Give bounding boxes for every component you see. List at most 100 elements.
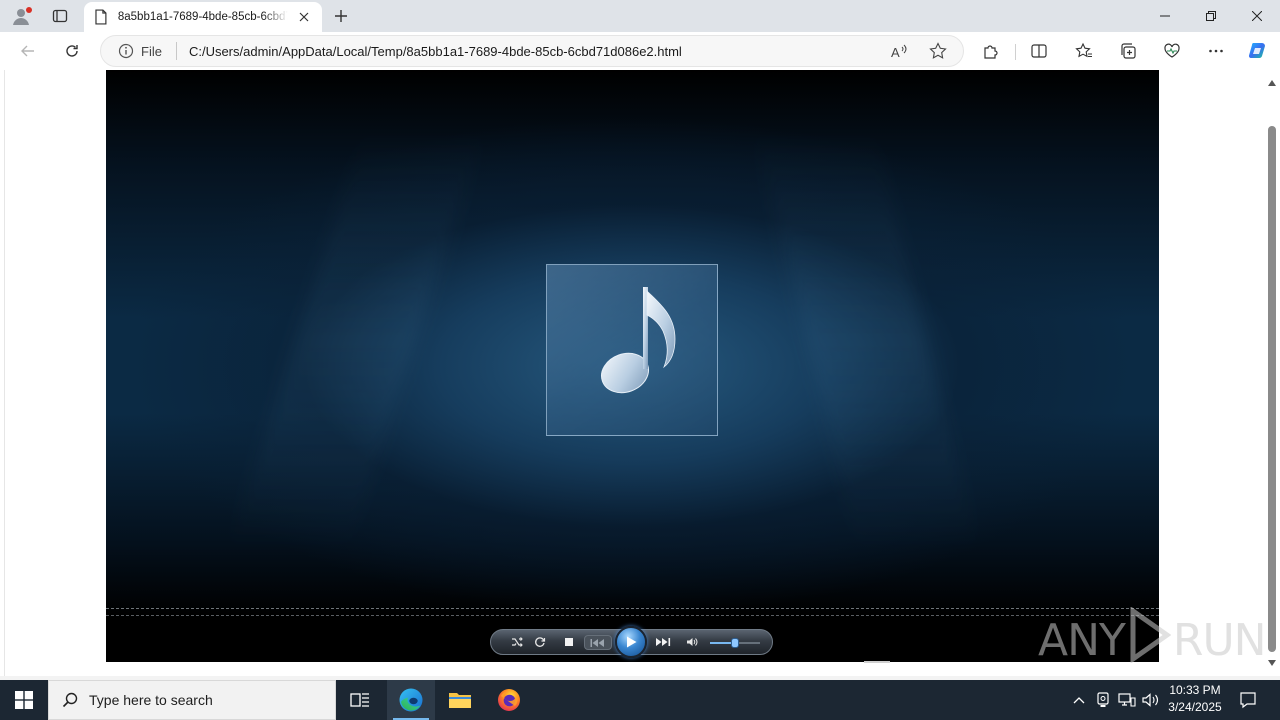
read-aloud-icon[interactable]: A xyxy=(889,42,909,62)
svg-text:A: A xyxy=(891,45,900,60)
clock-date: 3/24/2025 xyxy=(1168,700,1222,714)
edge-taskbar-button[interactable] xyxy=(387,680,435,720)
puzzle-icon xyxy=(984,45,998,59)
next-icon[interactable] xyxy=(653,633,675,651)
play-icon xyxy=(627,636,637,648)
task-view-button[interactable] xyxy=(336,680,384,720)
network-tray-button[interactable] xyxy=(1117,680,1137,720)
tab-title: 8a5bb1a1-7689-4bde-85cb-6cbd71d086e2.htm… xyxy=(117,11,288,23)
album-art xyxy=(546,264,718,436)
light-beam xyxy=(753,130,979,550)
show-hidden-icons-button[interactable] xyxy=(1070,680,1088,720)
extensions-button[interactable] xyxy=(977,37,1005,65)
content-edge xyxy=(4,70,5,676)
scheme-label: File xyxy=(141,43,162,59)
taskbar: Type here to search 10:33 PM 3/24/2025 xyxy=(0,680,1280,720)
active-tab[interactable]: 8a5bb1a1-7689-4bde-85cb-6cbd71d086e2.htm… xyxy=(84,2,322,32)
repeat-icon[interactable] xyxy=(531,633,549,651)
search-placeholder: Type here to search xyxy=(89,692,213,708)
previous-button[interactable] xyxy=(584,635,612,650)
close-tab-icon[interactable] xyxy=(296,9,312,25)
watermark-left-text: ANY xyxy=(1038,614,1126,666)
close-icon xyxy=(1252,11,1262,21)
play-button[interactable] xyxy=(615,626,647,658)
task-view-icon xyxy=(350,693,369,707)
file-icon xyxy=(95,9,107,25)
toolbar-divider xyxy=(1015,44,1016,60)
volume-icon[interactable] xyxy=(683,633,701,651)
new-tab-button[interactable] xyxy=(330,5,352,27)
url-text[interactable]: C:/Users/admin/AppData/Local/Temp/8a5bb1… xyxy=(189,44,682,59)
volume-slider[interactable] xyxy=(710,638,760,648)
restore-icon xyxy=(1206,11,1216,21)
device-tray-button[interactable] xyxy=(1094,680,1112,720)
refresh-button[interactable] xyxy=(58,37,86,65)
watermark-play-icon xyxy=(1127,605,1172,674)
address-separator xyxy=(175,42,177,60)
firefox-icon xyxy=(498,689,520,711)
taskbar-clock[interactable]: 10:33 PM 3/24/2025 xyxy=(1160,682,1230,718)
favorites-icon xyxy=(1075,42,1092,58)
tab-actions-icon xyxy=(52,9,68,23)
seek-bar[interactable] xyxy=(106,608,1159,616)
notifications-button[interactable] xyxy=(1236,680,1260,720)
tab-strip: 8a5bb1a1-7689-4bde-85cb-6cbd71d086e2.htm… xyxy=(0,0,1280,32)
speaker-icon xyxy=(1142,693,1159,707)
settings-more-button[interactable] xyxy=(1202,37,1230,65)
edge-icon xyxy=(399,688,423,712)
notification-icon xyxy=(1240,692,1256,709)
volume-thumb[interactable] xyxy=(731,638,739,648)
site-info-icon[interactable] xyxy=(117,42,135,60)
chevron-up-icon xyxy=(1073,697,1085,704)
split-screen-button[interactable] xyxy=(1025,37,1053,65)
stop-icon[interactable] xyxy=(560,633,578,651)
file-explorer-button[interactable] xyxy=(436,680,484,720)
vertical-scrollbar[interactable] xyxy=(1264,70,1280,676)
firefox-button[interactable] xyxy=(485,680,533,720)
scroll-down-icon[interactable] xyxy=(1267,658,1277,668)
notification-dot xyxy=(26,7,32,13)
browser-essentials-button[interactable] xyxy=(1158,37,1186,65)
clock-time: 10:33 PM xyxy=(1169,683,1221,697)
plus-icon xyxy=(335,10,347,22)
profile-button[interactable] xyxy=(8,4,34,28)
copilot-icon xyxy=(1248,43,1265,59)
browser-toolbar: File C:/Users/admin/AppData/Local/Temp/8… xyxy=(0,32,1280,70)
network-icon xyxy=(1118,693,1136,707)
device-icon xyxy=(1097,692,1109,707)
resize-grip xyxy=(864,661,890,663)
volume-tray-button[interactable] xyxy=(1141,680,1161,720)
search-icon xyxy=(61,691,79,709)
media-player[interactable] xyxy=(106,70,1159,662)
watermark-right-text: RUN xyxy=(1172,614,1267,666)
add-favorite-icon[interactable] xyxy=(929,42,949,62)
heart-pulse-icon xyxy=(1164,43,1180,58)
start-button[interactable] xyxy=(0,680,48,720)
close-window-button[interactable] xyxy=(1234,0,1280,32)
light-beam xyxy=(227,130,485,550)
anyrun-watermark: ANY RUN xyxy=(1038,605,1267,668)
favorites-button[interactable] xyxy=(1070,37,1098,65)
music-note-icon xyxy=(601,287,676,394)
split-screen-icon xyxy=(1031,44,1047,58)
scroll-up-icon[interactable] xyxy=(1267,78,1277,88)
scroll-thumb[interactable] xyxy=(1268,126,1276,652)
tab-actions-button[interactable] xyxy=(48,5,72,27)
back-arrow-icon xyxy=(21,45,34,57)
folder-icon xyxy=(449,693,471,708)
shuffle-icon[interactable] xyxy=(508,633,526,651)
restore-button[interactable] xyxy=(1188,0,1234,32)
taskbar-search[interactable]: Type here to search xyxy=(48,680,336,720)
collections-button[interactable] xyxy=(1114,37,1142,65)
collections-icon xyxy=(1121,43,1136,59)
minimize-icon xyxy=(1160,15,1170,17)
player-controls xyxy=(490,626,773,658)
windows-logo-icon xyxy=(15,691,33,709)
address-bar[interactable]: File C:/Users/admin/AppData/Local/Temp/8… xyxy=(100,35,964,67)
more-icon xyxy=(1209,49,1223,53)
copilot-button[interactable] xyxy=(1244,37,1272,65)
refresh-icon xyxy=(66,45,78,57)
back-button[interactable] xyxy=(14,37,42,65)
previous-icon xyxy=(590,638,604,647)
minimize-button[interactable] xyxy=(1142,0,1188,32)
